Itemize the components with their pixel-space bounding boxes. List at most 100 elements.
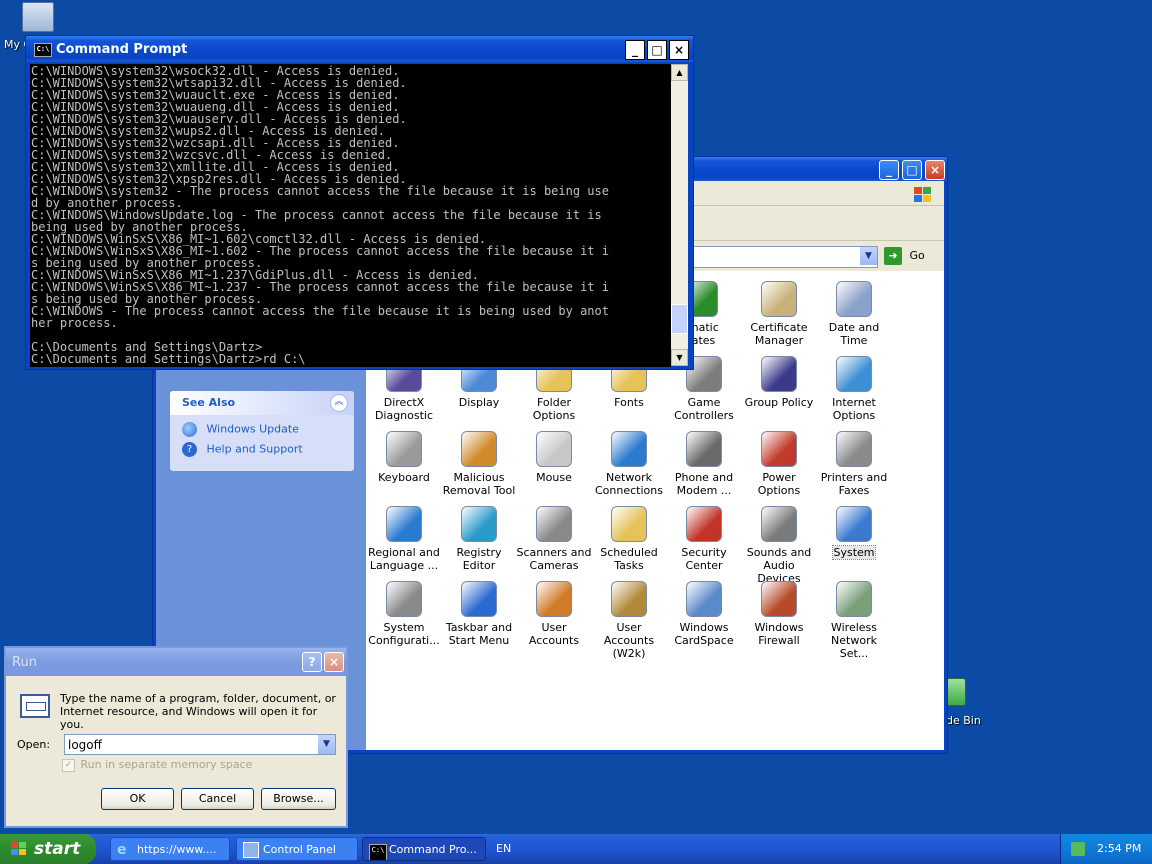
control-panel-item[interactable]: Regional and Language ...	[366, 506, 442, 572]
network-tray-icon[interactable]	[1071, 842, 1085, 856]
browse-button[interactable]: Browse...	[261, 788, 336, 810]
control-panel-item-icon	[836, 431, 872, 467]
control-panel-item-label: Power Options	[757, 471, 801, 497]
control-panel-item[interactable]: Printers and Faxes	[816, 431, 892, 497]
control-panel-item-icon	[686, 506, 722, 542]
globe-icon	[182, 422, 197, 437]
minimize-button[interactable]: _	[625, 40, 645, 60]
run-titlebar[interactable]: Run ? ×	[6, 648, 346, 676]
control-panel-item[interactable]: Malicious Removal Tool	[441, 431, 517, 497]
taskbar-item-label: https://www....	[137, 843, 217, 856]
scroll-down-icon[interactable]: ▼	[671, 349, 688, 366]
scroll-up-icon[interactable]: ▲	[671, 64, 688, 81]
control-panel-item[interactable]: Phone and Modem ...	[666, 431, 742, 497]
checkbox-icon: ✓	[62, 758, 75, 772]
open-combobox[interactable]: logoff ▼	[64, 734, 336, 755]
control-panel-item[interactable]: Wireless Network Set...	[816, 581, 892, 660]
go-button[interactable]: ➜ Go	[884, 246, 938, 266]
control-panel-item-label: Printers and Faxes	[820, 471, 888, 497]
maximize-button[interactable]: □	[902, 160, 922, 180]
control-panel-item[interactable]: Network Connections	[591, 431, 667, 497]
help-and-support-link[interactable]: ? Help and Support	[182, 442, 303, 457]
my-computer-icon	[22, 2, 54, 32]
control-panel-item[interactable]: System Configurati...	[366, 581, 442, 647]
run-title: Run	[12, 655, 37, 670]
control-panel-item-label: Group Policy	[744, 396, 814, 409]
command-prompt-titlebar[interactable]: C:\ Command Prompt _ □ ×	[26, 36, 693, 62]
control-panel-item[interactable]: Certificate Manager	[741, 281, 817, 347]
see-also-header[interactable]: See Also ︽	[170, 391, 354, 415]
chevron-down-icon[interactable]: ▼	[859, 247, 877, 265]
console-output[interactable]: C:\WINDOWS\system32\wsock32.dll - Access…	[30, 64, 671, 367]
control-panel-item[interactable]: Sounds and Audio Devices	[741, 506, 817, 585]
close-button[interactable]: ×	[925, 160, 945, 180]
control-panel-item-label: Regional and Language ...	[368, 546, 440, 572]
close-button[interactable]: ×	[669, 40, 689, 60]
control-panel-item[interactable]: Keyboard	[366, 431, 442, 484]
console-line: C:\Documents and Settings\Dartz>rd C:\	[31, 352, 306, 366]
control-panel-item-label: Display	[458, 396, 500, 409]
control-panel-item[interactable]: Scanners and Cameras	[516, 506, 592, 572]
control-panel-item-icon	[461, 581, 497, 617]
control-panel-item[interactable]: Windows Firewall	[741, 581, 817, 647]
control-panel-item-label: Taskbar and Start Menu	[445, 621, 513, 647]
control-panel-item-label: Wireless Network Set...	[830, 621, 878, 660]
control-panel-item[interactable]: Scheduled Tasks	[591, 506, 667, 572]
control-panel-item[interactable]: User Accounts	[516, 581, 592, 647]
control-panel-item-icon	[386, 506, 422, 542]
control-panel-item-icon	[386, 581, 422, 617]
control-panel-item[interactable]: Mouse	[516, 431, 592, 484]
windows-update-link[interactable]: Windows Update	[182, 422, 299, 437]
clock[interactable]: 2:54 PM	[1097, 834, 1141, 864]
control-panel-item[interactable]: Internet Options	[816, 356, 892, 422]
address-input[interactable]: ▼	[676, 246, 878, 268]
scroll-thumb[interactable]	[671, 304, 688, 334]
control-panel-item-icon	[611, 431, 647, 467]
see-also-title: See Also	[182, 396, 236, 409]
control-panel-item-label: System Configurati...	[368, 621, 440, 647]
control-panel-item[interactable]: System	[816, 506, 892, 560]
collapse-icon[interactable]: ︽	[330, 394, 348, 412]
taskbar-item-command-prompt[interactable]: C:\ Command Pro...	[362, 837, 486, 861]
control-panel-item[interactable]: Power Options	[741, 431, 817, 497]
control-panel-item-label: User Accounts (W2k)	[603, 621, 655, 660]
maximize-button[interactable]: □	[647, 40, 667, 60]
control-panel-item-icon	[836, 581, 872, 617]
help-icon: ?	[182, 442, 197, 457]
language-indicator[interactable]: EN	[496, 842, 511, 855]
minimize-button[interactable]: _	[879, 160, 899, 180]
recycle-bin-label: de Bin	[946, 714, 981, 727]
go-label: Go	[909, 249, 925, 262]
control-panel-item[interactable]: Date and Time	[816, 281, 892, 347]
close-button[interactable]: ×	[324, 652, 344, 672]
control-panel-item-label: User Accounts	[528, 621, 580, 647]
chevron-down-icon[interactable]: ▼	[318, 735, 335, 754]
control-panel-item-label: System	[832, 545, 876, 560]
control-panel-item[interactable]: Security Center	[666, 506, 742, 572]
control-panel-item[interactable]: Taskbar and Start Menu	[441, 581, 517, 647]
help-button[interactable]: ?	[302, 652, 322, 672]
taskbar-item-browser[interactable]: e https://www....	[110, 837, 230, 861]
run-separate-memory-checkbox[interactable]: ✓ Run in separate memory space	[62, 758, 252, 772]
control-panel-item-icon	[761, 506, 797, 542]
command-prompt-icon: C:\	[34, 43, 52, 57]
control-panel-item[interactable]: User Accounts (W2k)	[591, 581, 667, 660]
control-panel-item[interactable]: Group Policy	[741, 356, 817, 409]
taskbar-item-control-panel[interactable]: Control Panel	[236, 837, 358, 861]
control-panel-item-icon	[536, 431, 572, 467]
command-prompt-icon: C:\	[369, 844, 387, 860]
control-panel-item[interactable]: Windows CardSpace	[666, 581, 742, 647]
control-panel-item-icon	[686, 581, 722, 617]
control-panel-item-label: Sounds and Audio Devices	[746, 546, 812, 585]
cancel-button[interactable]: Cancel	[181, 788, 254, 810]
control-panel-item-label: Windows CardSpace	[674, 621, 734, 647]
recycle-bin-icon	[946, 678, 966, 706]
ok-button[interactable]: OK	[101, 788, 174, 810]
system-tray: 2:54 PM	[1060, 834, 1152, 864]
control-panel-item-icon	[461, 506, 497, 542]
control-panel-item[interactable]: Registry Editor	[441, 506, 517, 572]
windows-logo-icon	[914, 187, 931, 202]
start-button[interactable]: start	[0, 834, 96, 864]
vertical-scrollbar[interactable]: ▲ ▼	[671, 64, 688, 366]
help-and-support-label: Help and Support	[206, 442, 303, 456]
